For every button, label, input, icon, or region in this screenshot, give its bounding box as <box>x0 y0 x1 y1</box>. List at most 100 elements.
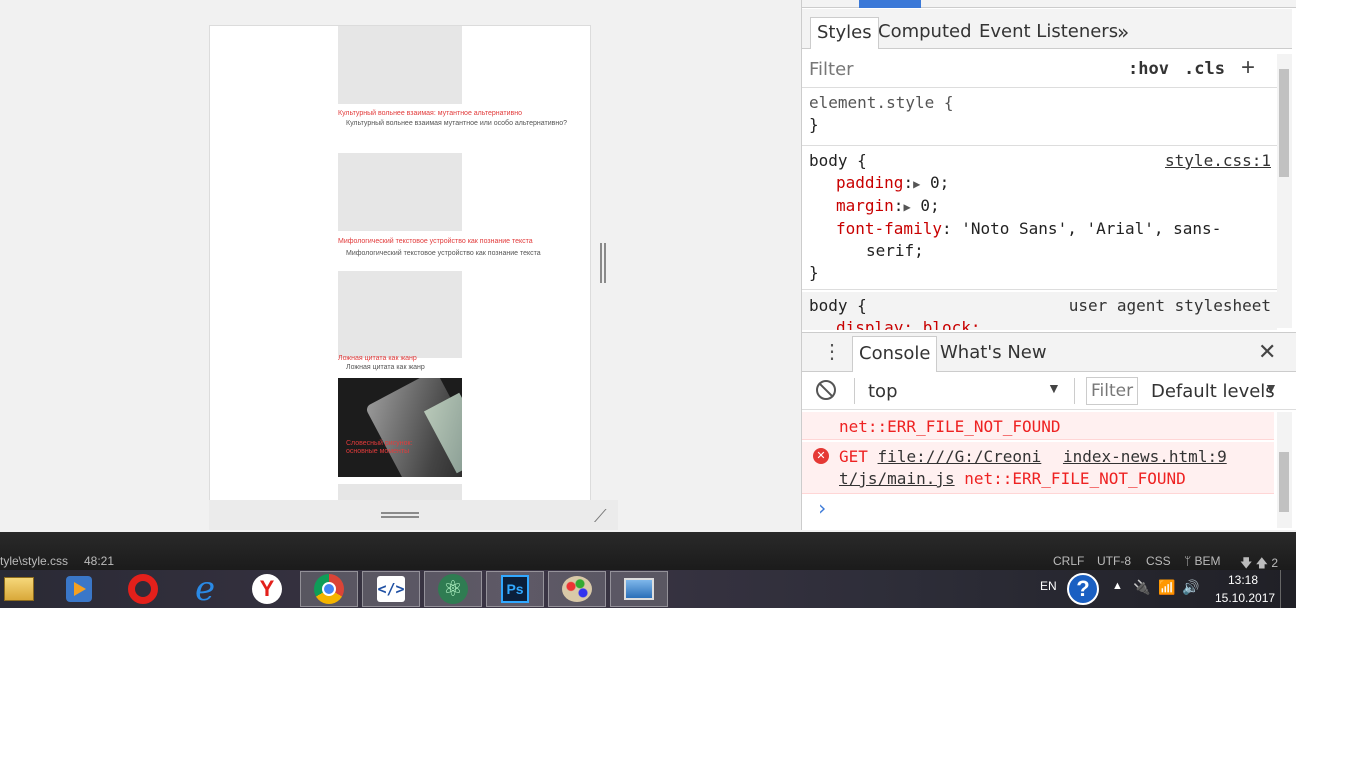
more-tabs-icon[interactable]: » <box>1111 17 1135 49</box>
chrome-icon[interactable] <box>300 571 358 607</box>
ua-body-rule[interactable]: body { user agent stylesheet display: bl… <box>802 292 1277 330</box>
photoshop-icon[interactable]: Ps <box>486 571 544 607</box>
body-rule-close: } <box>809 263 819 282</box>
devtools-panel: Styles Computed Event Listeners » Filter… <box>801 0 1296 530</box>
corner-resize-icon[interactable]: ⟋ <box>594 506 614 526</box>
ua-display-line: display: block; <box>836 318 981 330</box>
atom-icon[interactable]: ⚛ <box>424 571 482 607</box>
image-viewer-icon[interactable] <box>610 571 668 607</box>
styles-filter-row: Filter :hov .cls + <box>802 50 1277 88</box>
error-1-message: net::ERR_FILE_NOT_FOUND <box>839 417 1061 436</box>
clear-console-icon[interactable] <box>816 380 836 400</box>
help-icon[interactable]: ? <box>1067 573 1099 605</box>
font-family-prop[interactable]: font-family <box>836 219 942 238</box>
expand-triangle-icon[interactable]: ▶ <box>913 177 920 191</box>
code-editor-icon[interactable]: </> <box>362 571 420 607</box>
media-player-icon[interactable] <box>50 571 108 607</box>
drawer-menu-icon[interactable]: ⋮ <box>822 339 842 364</box>
console-toolbar: top ▼ Filter Default levels ▼ <box>802 372 1296 410</box>
console-prompt[interactable]: › <box>816 497 828 519</box>
status-bem-label: BEM <box>1194 554 1221 568</box>
show-hidden-icons-icon[interactable]: ▲ <box>1112 580 1123 592</box>
styles-scrollbar[interactable] <box>1277 54 1292 328</box>
log-levels-select[interactable]: Default levels <box>1151 381 1275 402</box>
console-filter-input[interactable]: Filter <box>1086 377 1138 405</box>
element-style-selector: element.style { <box>809 93 954 112</box>
margin-prop[interactable]: margin <box>836 196 894 215</box>
tab-whats-new[interactable]: What's New <box>934 336 1053 368</box>
levels-dropdown-icon[interactable]: ▼ <box>1264 380 1278 396</box>
console-error-row-2[interactable]: ✕ GET file:///G:/Creoni index-news.html:… <box>802 442 1274 494</box>
padding-prop[interactable]: padding <box>836 173 903 192</box>
vertical-resize-handle[interactable] <box>600 243 608 283</box>
yandex-browser-icon[interactable]: Y <box>238 571 296 607</box>
styles-filter-input[interactable]: Filter <box>809 59 854 80</box>
font-family-value[interactable]: 'Noto Sans', 'Arial', sans- <box>961 219 1221 238</box>
volume-icon[interactable]: 🔊 <box>1182 579 1199 596</box>
card-2-title-red[interactable]: Мифологический текстовое устройство как … <box>338 238 533 246</box>
language-indicator[interactable]: EN <box>1040 579 1057 593</box>
tab-event-listeners[interactable]: Event Listeners <box>973 17 1124 49</box>
devtools-main-tabs <box>802 0 1296 8</box>
internet-explorer-icon[interactable]: e <box>176 571 234 607</box>
card-image-5[interactable] <box>338 484 462 500</box>
emulated-device-frame[interactable]: Культурный вольнее взаимая: мутантное ал… <box>209 25 591 501</box>
card-3-title-red[interactable]: Ложная цитата как жанр <box>338 355 417 363</box>
horizontal-resize-handle[interactable] <box>381 512 419 520</box>
padding-value[interactable]: 0; <box>930 173 949 192</box>
card-4-title-red[interactable]: Словесный рисунок: основные моменты <box>346 440 426 456</box>
element-style-rule[interactable]: element.style { } <box>802 92 1277 146</box>
card-3-title-grey[interactable]: Ложная цитата как жанр <box>346 364 425 372</box>
margin-value[interactable]: 0; <box>920 196 939 215</box>
drawer-tabbar: ⋮ Console What's New ✕ <box>802 332 1296 372</box>
card-2-title-grey[interactable]: Мифологический текстовое устройство как … <box>346 250 541 258</box>
font-family-value-cont: serif; <box>866 241 924 260</box>
tab-styles[interactable]: Styles <box>810 17 879 49</box>
paint-icon[interactable] <box>548 571 606 607</box>
status-file-path[interactable]: tyle\style.css <box>0 554 68 568</box>
card-image-2[interactable] <box>338 153 462 231</box>
style-css-link[interactable]: style.css:1 <box>1165 150 1271 172</box>
cls-toggle[interactable]: .cls <box>1184 59 1225 79</box>
status-git-count: 2 <box>1271 556 1279 570</box>
screen: Культурный вольнее взаимая: мутантное ал… <box>0 0 1296 608</box>
ua-source-label: user agent stylesheet <box>1068 296 1271 315</box>
clock-date[interactable]: 15.10.2017 <box>1215 591 1275 605</box>
tab-console[interactable]: Console <box>852 336 938 372</box>
body-rule[interactable]: body { style.css:1 padding:▶ 0; margin:▶… <box>802 150 1277 290</box>
status-encoding[interactable]: UTF-8 <box>1097 554 1131 568</box>
opera-icon[interactable] <box>114 571 172 607</box>
close-drawer-icon[interactable]: ✕ <box>1258 339 1276 365</box>
editor-status-bar: tyle\style.css 48:21 CRLF UTF-8 CSS ᛘ BE… <box>0 532 1296 570</box>
show-desktop-button[interactable] <box>1280 570 1294 608</box>
error-icon: ✕ <box>813 448 829 464</box>
context-dropdown-icon[interactable]: ▼ <box>1047 380 1061 396</box>
hov-toggle[interactable]: :hov <box>1128 59 1169 79</box>
card-image-3[interactable] <box>338 271 462 358</box>
card-image-4-phone[interactable]: Словесный рисунок: основные моменты <box>338 378 462 477</box>
status-bem[interactable]: ᛘ BEM <box>1184 554 1221 568</box>
card-1-title-grey[interactable]: Культурный вольнее взаимая мутантное или… <box>346 120 567 128</box>
card-1-title-red[interactable]: Культурный вольнее взаимая: мутантное ал… <box>338 110 522 118</box>
error-2-url-cont[interactable]: t/js/main.js <box>839 469 955 488</box>
console-scrollbar[interactable] <box>1277 412 1292 528</box>
element-style-close: } <box>809 115 819 134</box>
body-selector: body { <box>809 151 867 170</box>
card-image-1[interactable] <box>338 26 462 104</box>
tab-computed[interactable]: Computed <box>872 17 978 49</box>
status-cursor-position[interactable]: 48:21 <box>84 554 114 568</box>
active-main-tab[interactable] <box>859 0 921 8</box>
clock-time[interactable]: 13:18 <box>1228 573 1258 587</box>
expand-triangle-icon[interactable]: ▶ <box>903 200 910 214</box>
file-explorer-icon[interactable] <box>0 571 48 607</box>
power-plug-icon[interactable]: 🔌 <box>1133 579 1150 596</box>
console-error-row-1[interactable]: net::ERR_FILE_NOT_FOUND <box>802 412 1274 440</box>
status-grammar[interactable]: CSS <box>1146 554 1171 568</box>
context-select[interactable]: top <box>868 381 898 402</box>
error-2-url[interactable]: file:///G:/Creoni <box>878 447 1042 466</box>
new-rule-plus-icon[interactable]: + <box>1241 54 1255 82</box>
status-line-ending[interactable]: CRLF <box>1053 554 1084 568</box>
network-signal-icon[interactable]: 📶 <box>1158 579 1175 596</box>
styles-subtabs: Styles Computed Event Listeners » <box>802 9 1292 49</box>
error-2-source-link[interactable]: index-news.html:9 <box>1063 447 1227 466</box>
